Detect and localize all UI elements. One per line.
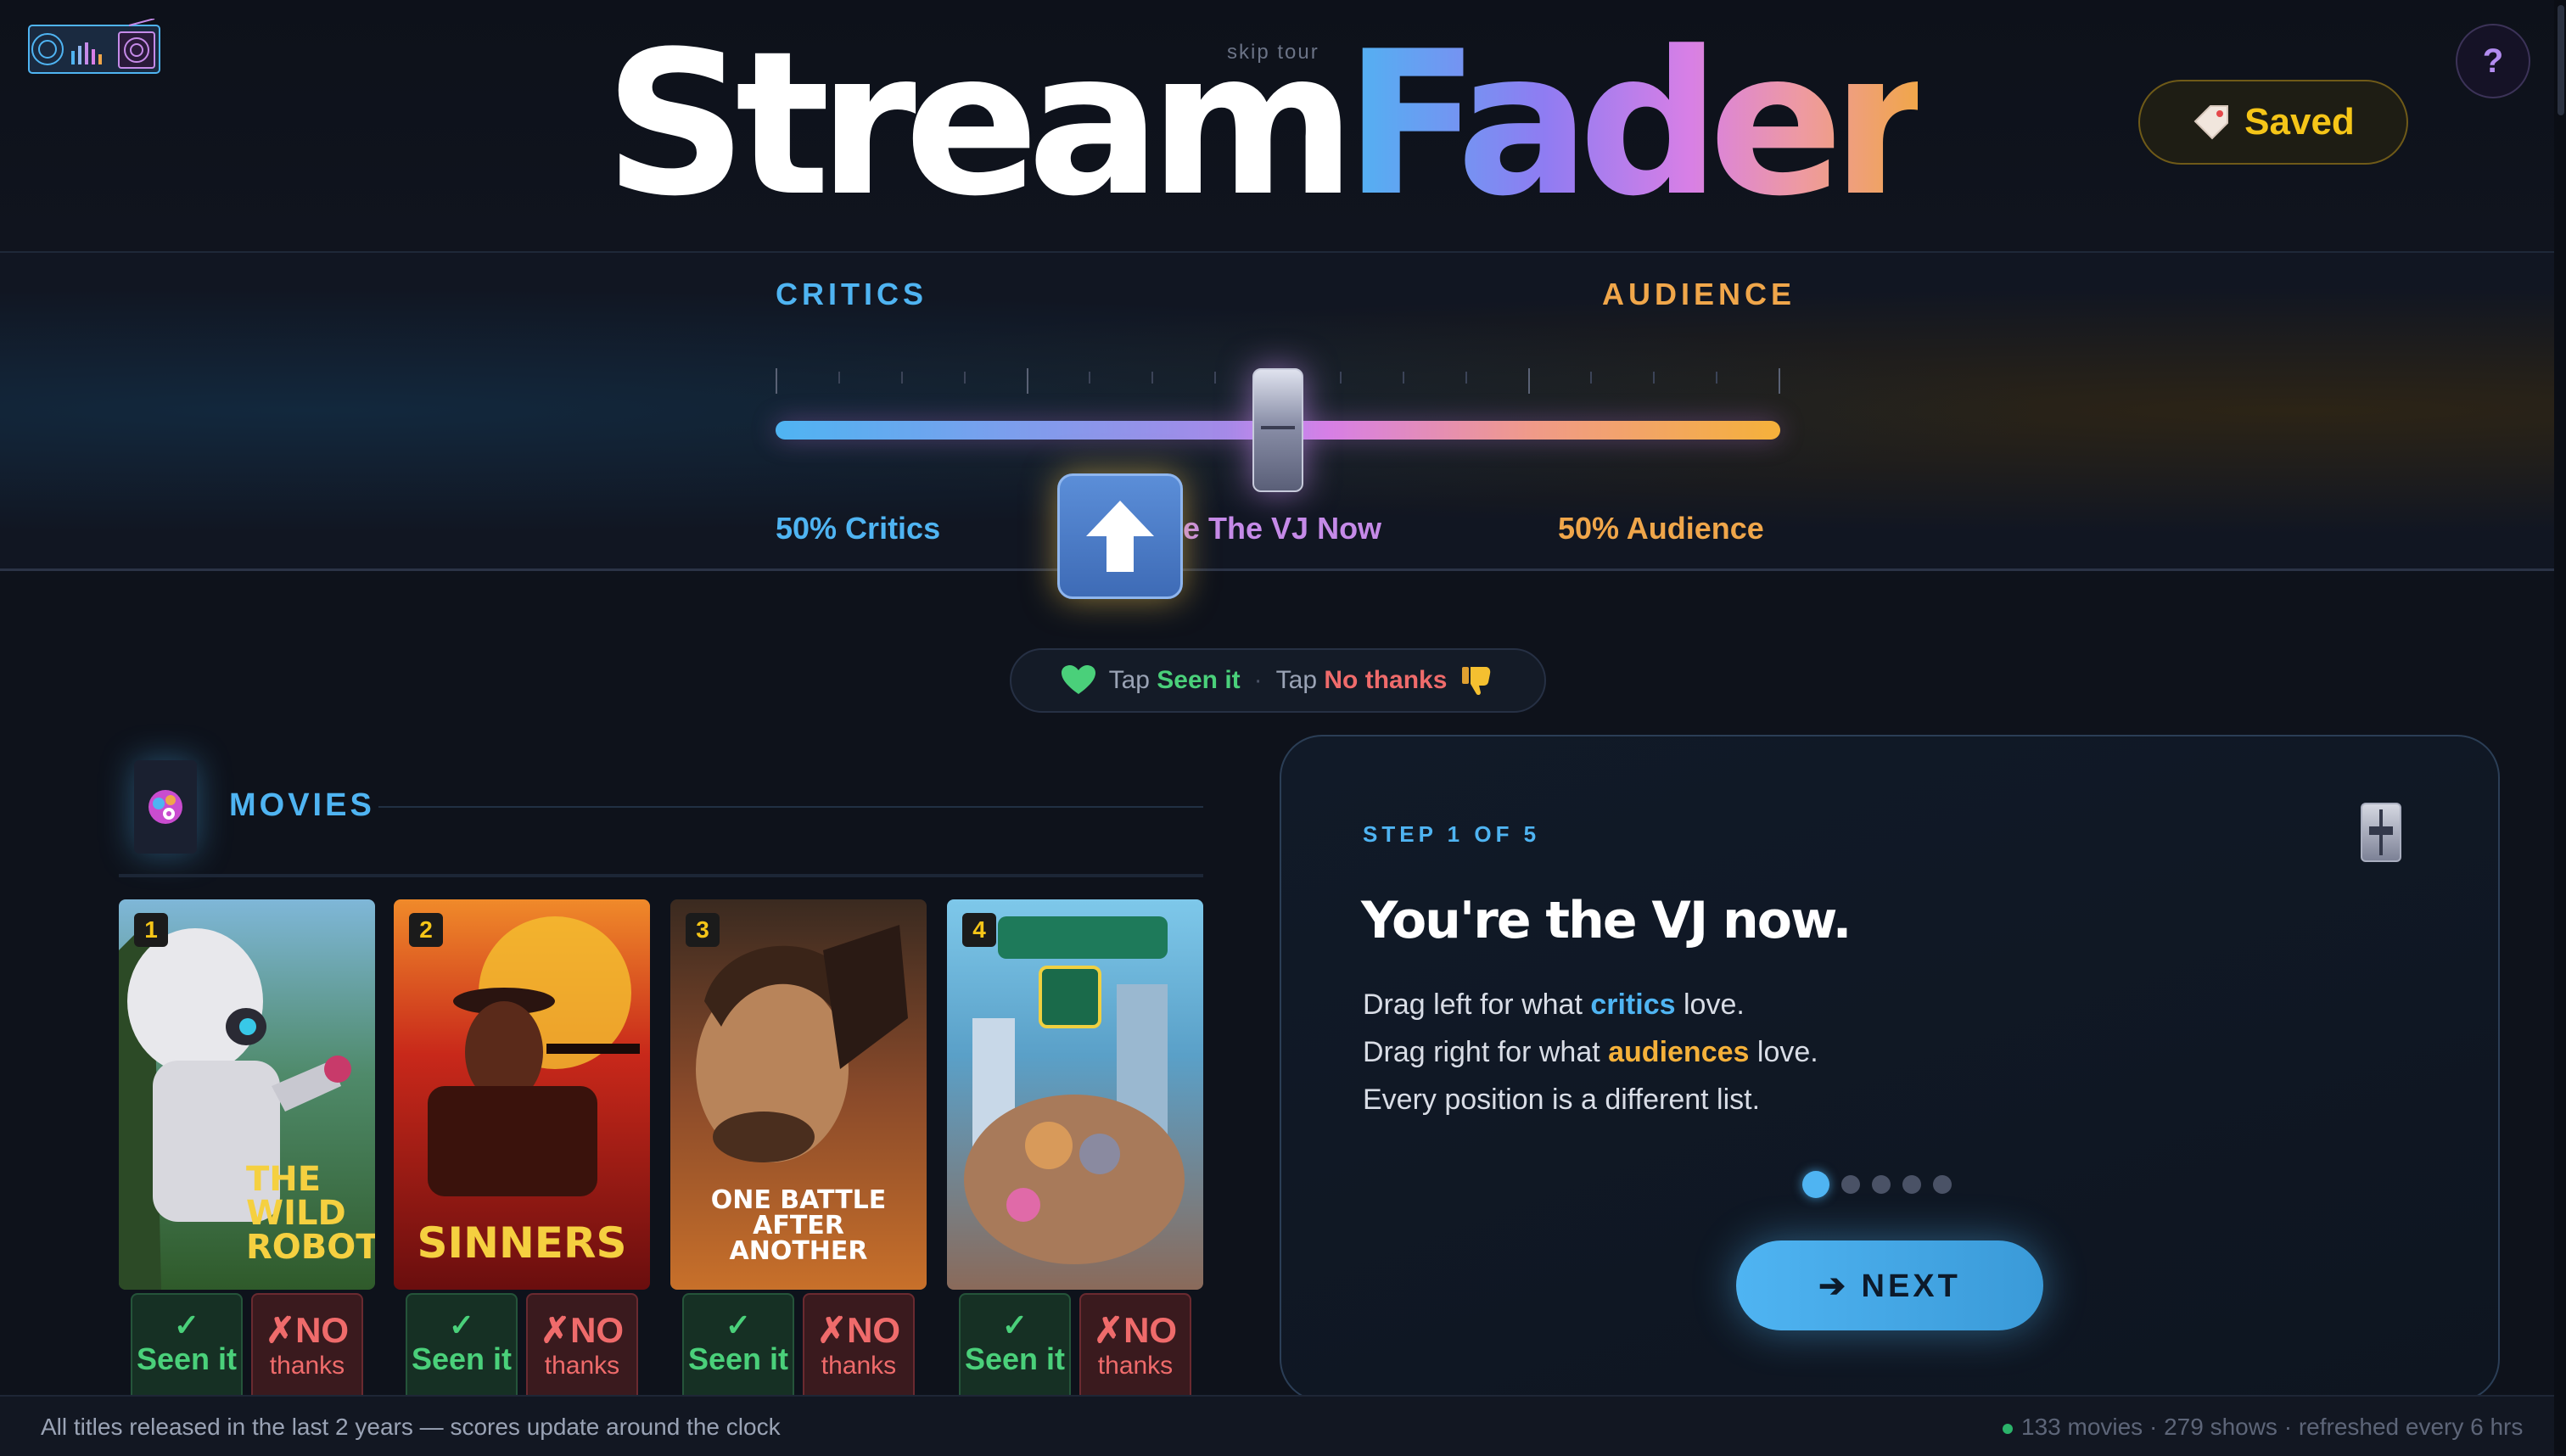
tour-progress-dot[interactable] xyxy=(1802,1171,1829,1198)
seen-it-button[interactable]: ✓ Seen it xyxy=(682,1293,794,1412)
fader-tick xyxy=(776,368,777,394)
movie-card[interactable]: 2 SINNERS xyxy=(394,899,650,1290)
footer-note: All titles released in the last 2 years … xyxy=(41,1414,781,1440)
no-thanks-button[interactable]: ✗NO thanks xyxy=(251,1293,363,1412)
fader-mode-text: re The VJ Now xyxy=(1171,511,1382,546)
poster-title: SINNERS xyxy=(417,1218,627,1268)
audience-label: AUDIENCE xyxy=(1602,277,1796,311)
tour-line-2: Drag right for what audiences love. xyxy=(1363,1036,1818,1068)
saved-button[interactable]: Saved xyxy=(2138,80,2408,165)
seen-it-button[interactable]: ✓ Seen it xyxy=(959,1293,1071,1412)
fader-tick xyxy=(1465,372,1467,384)
fader-tick xyxy=(1403,372,1404,384)
fader-tick xyxy=(964,372,966,384)
up-arrow-icon xyxy=(1057,473,1183,599)
fader-knob[interactable] xyxy=(1252,368,1303,492)
fader-tick xyxy=(838,372,840,384)
tag-icon xyxy=(2193,105,2229,140)
tour-body: Drag left for what critics love. Drag ri… xyxy=(1363,981,1818,1123)
tour-progress-dot[interactable] xyxy=(1933,1175,1952,1194)
tour-progress-dots xyxy=(1802,1171,1952,1198)
movie-card[interactable]: 1 THE WILD ROBOT xyxy=(119,899,375,1290)
poster-art xyxy=(964,916,1185,1264)
brand-word-stream: Stream xyxy=(604,9,1356,240)
tour-line-1: Drag left for what critics love. xyxy=(1363,988,1745,1021)
fader-tick xyxy=(1151,372,1153,384)
poster-title: ONE BATTLE AFTER ANOTHER xyxy=(710,1185,887,1266)
fader-tick xyxy=(1027,368,1028,394)
no-thanks-button[interactable]: ✗NO thanks xyxy=(803,1293,915,1412)
fader-tick xyxy=(1779,368,1780,394)
hint-pill: Tap Seen it · Tap No thanks xyxy=(1010,648,1546,713)
tour-step-label: STEP 1 OF 5 xyxy=(1363,821,1541,847)
tour-line-3: Every position is a different list. xyxy=(1363,1084,1761,1116)
green-heart-icon xyxy=(1061,665,1095,694)
section-divider xyxy=(378,806,1203,808)
fader-tick xyxy=(1653,372,1655,384)
no-thanks-button[interactable]: ✗NO thanks xyxy=(1079,1293,1191,1412)
live-status-dot xyxy=(2003,1423,2013,1434)
tour-progress-dot[interactable] xyxy=(1902,1175,1921,1194)
fader-tick xyxy=(1590,372,1592,384)
movie-card[interactable]: 4 xyxy=(947,899,1203,1290)
footer-stats: 133 movies · 279 shows · refreshed every… xyxy=(2003,1414,2523,1441)
scrollbar-track[interactable] xyxy=(2554,0,2566,1454)
critics-percent: 50% Critics xyxy=(776,511,941,546)
section-rule xyxy=(119,874,1203,877)
fader-icon xyxy=(2361,803,2401,862)
rank-badge: 4 xyxy=(962,913,996,947)
movies-section-icon xyxy=(134,760,197,854)
next-button[interactable]: ➔ NEXT xyxy=(1736,1240,2043,1330)
fader-tick xyxy=(1214,372,1216,384)
rank-badge: 3 xyxy=(686,913,720,947)
brand-word-fader: Fader xyxy=(1344,9,1930,240)
movie-card[interactable]: 3 ONE BATTLE AFTER ANOTHER xyxy=(670,899,927,1290)
tour-title: You're the VJ now. xyxy=(1361,891,1852,950)
no-thanks-button[interactable]: ✗NO thanks xyxy=(526,1293,638,1412)
thumbs-down-icon xyxy=(1462,667,1491,696)
saved-button-label: Saved xyxy=(2244,101,2355,143)
tour-progress-dot[interactable] xyxy=(1872,1175,1891,1194)
fader-tick xyxy=(1528,368,1530,394)
fader-tick xyxy=(1089,372,1090,384)
brand-wordmark: StreamFader xyxy=(604,19,1930,231)
hint-separator: · xyxy=(1253,666,1263,694)
app-logo[interactable] xyxy=(27,18,161,75)
movies-section-title: MOVIES xyxy=(229,787,375,823)
fader-tick xyxy=(1716,372,1717,384)
poster-title: THE WILD ROBOT xyxy=(246,1160,375,1267)
hint-tap-no: Tap No thanks xyxy=(1275,666,1448,694)
tour-progress-dot[interactable] xyxy=(1841,1175,1860,1194)
scrollbar-thumb[interactable] xyxy=(2558,5,2564,115)
seen-it-button[interactable]: ✓ Seen it xyxy=(131,1293,243,1412)
fader-tick xyxy=(901,372,903,384)
hint-tap-seen: Tap Seen it xyxy=(1108,666,1241,694)
rank-badge: 2 xyxy=(409,913,443,947)
fader-tick xyxy=(1340,372,1342,384)
seen-it-button[interactable]: ✓ Seen it xyxy=(406,1293,518,1412)
audience-percent: 50% Audience xyxy=(1558,511,1764,546)
critics-label: CRITICS xyxy=(776,277,927,311)
help-button[interactable]: ? xyxy=(2456,24,2530,98)
rank-badge: 1 xyxy=(134,913,168,947)
